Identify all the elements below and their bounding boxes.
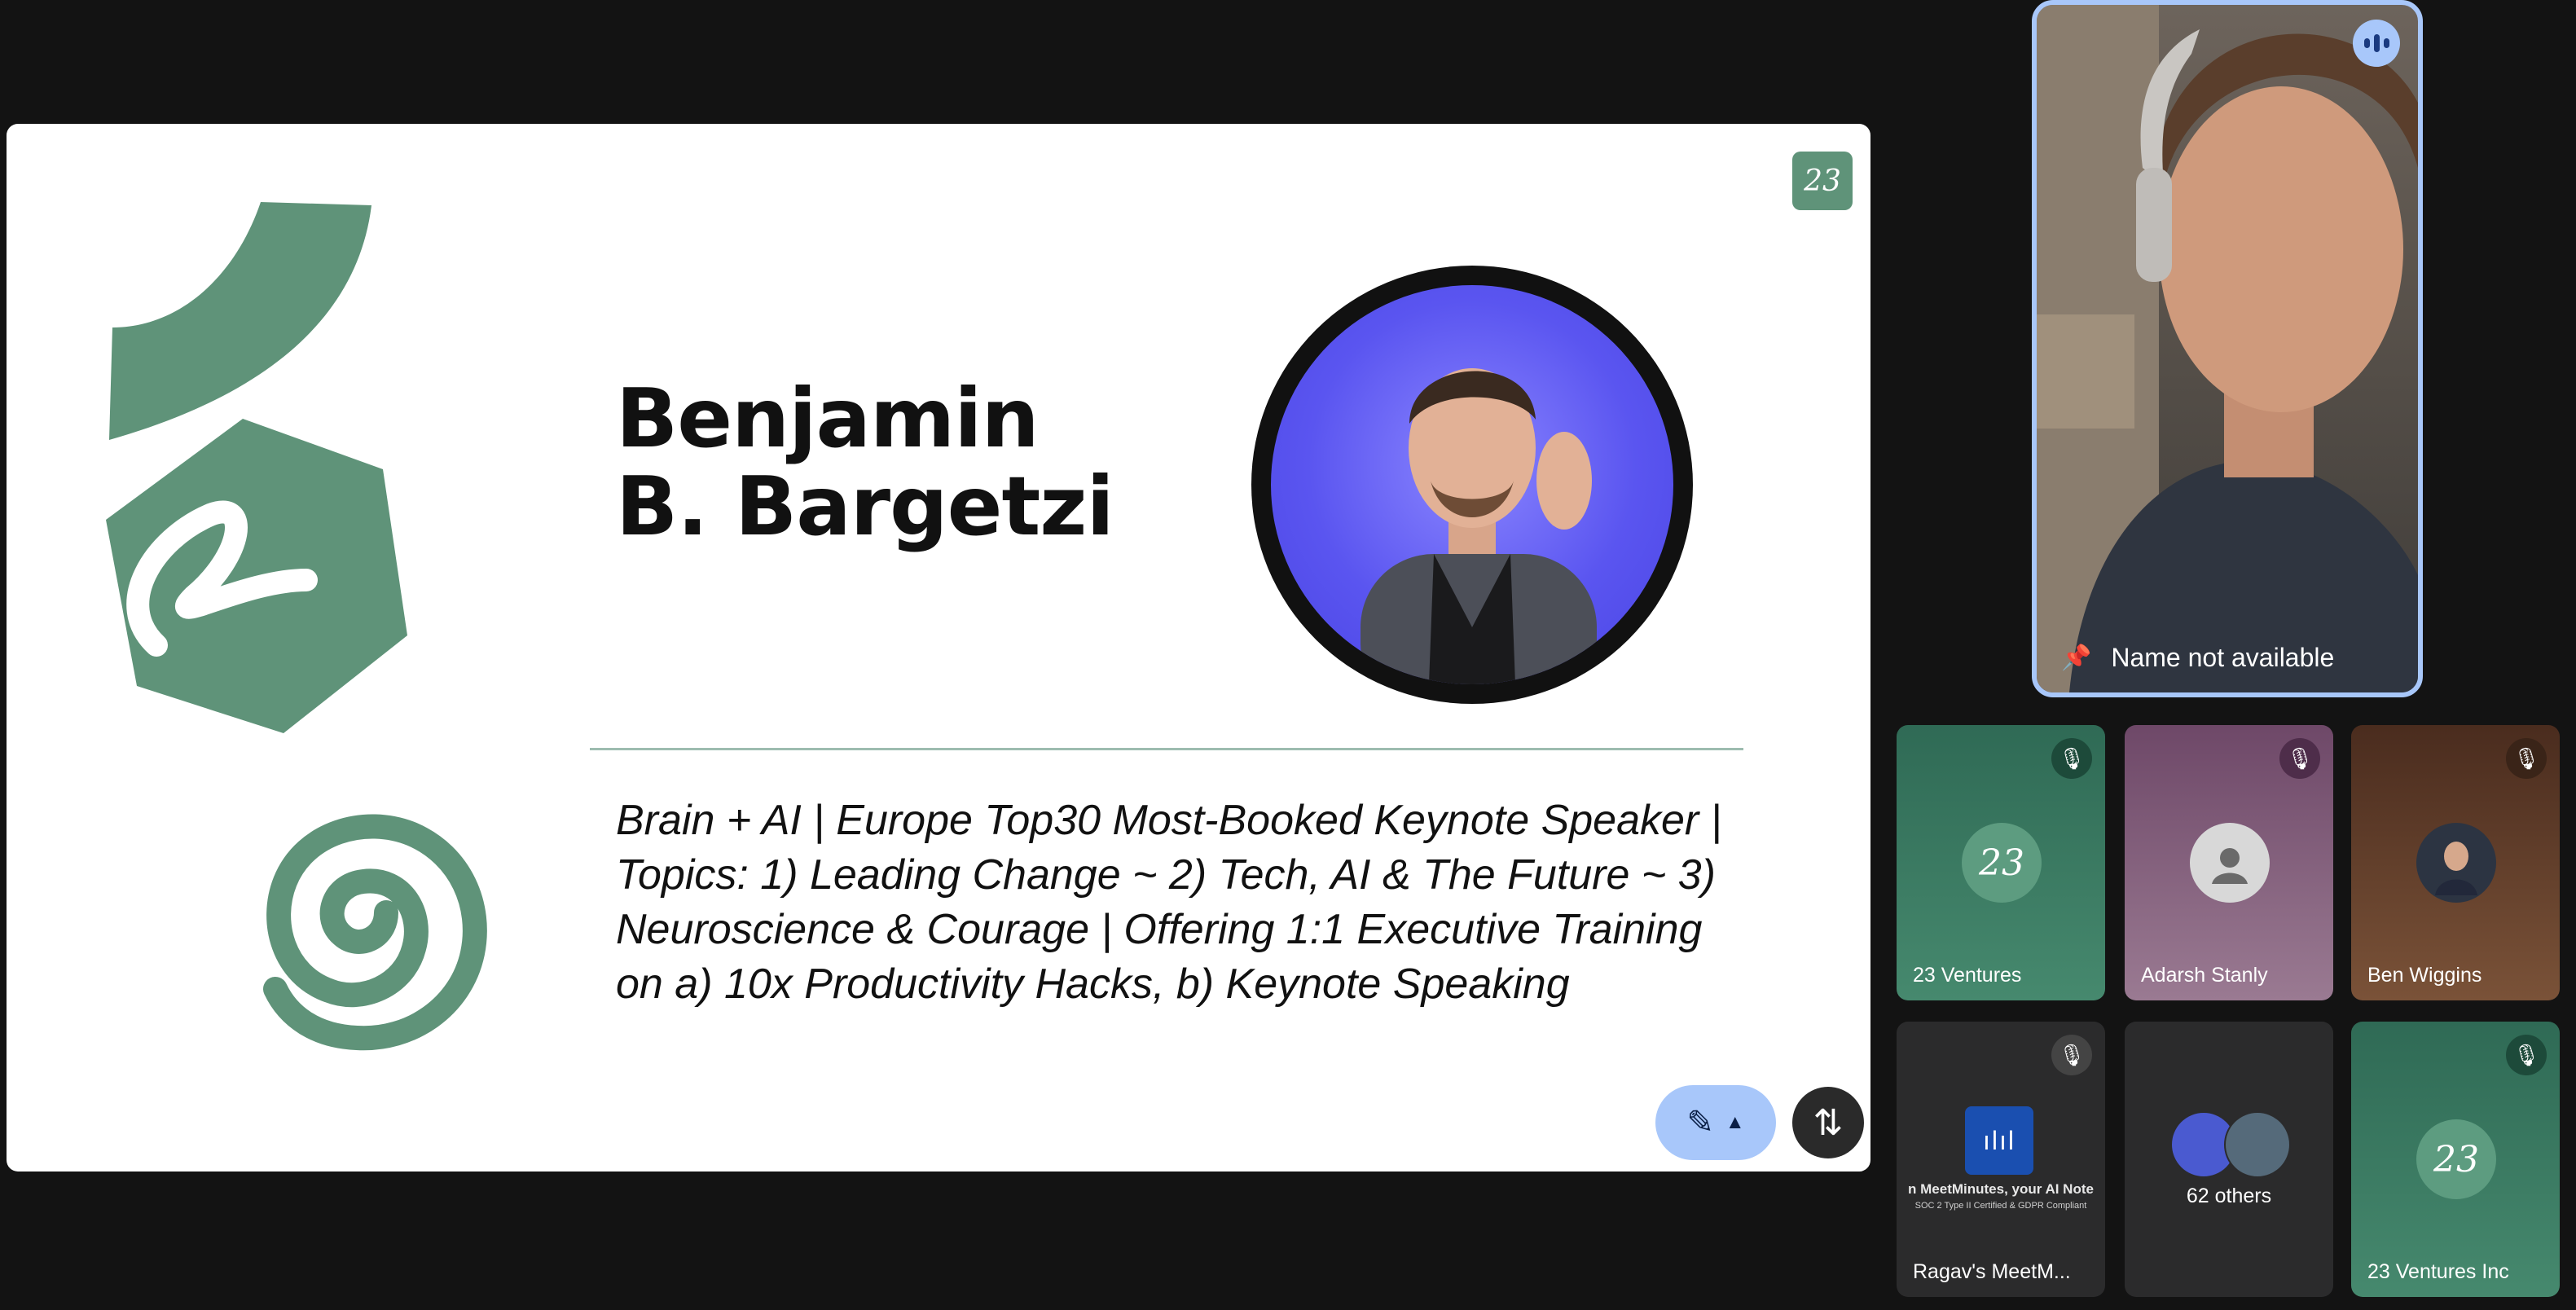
speaker-name-line1: Benjamin bbox=[616, 371, 1040, 466]
participant-tile[interactable]: 🎙 23 23 Ventures bbox=[1897, 725, 2105, 1000]
preview-caption: n MeetMinutes, your AI Note bbox=[1908, 1181, 2094, 1197]
speaker-photo-frame bbox=[1251, 266, 1693, 704]
mic-off-icon: 🎙 bbox=[2051, 738, 2092, 779]
speaker-name: Benjamin B. Bargetzi bbox=[616, 375, 1114, 551]
bio-line: Neuroscience & Courage | Offering 1:1 Ex… bbox=[616, 906, 1703, 953]
speaker-photo bbox=[1271, 285, 1673, 684]
speaker-name-tag: 📌 Name not available bbox=[2061, 643, 2334, 673]
mic-off-icon: 🎙 bbox=[2506, 1035, 2547, 1075]
others-count: 62 others bbox=[2186, 1185, 2272, 1207]
swap-layout-button[interactable]: ⇅ bbox=[1792, 1087, 1864, 1158]
decor-spiral bbox=[263, 814, 487, 1051]
participant-name: 23 Ventures Inc bbox=[2367, 1260, 2509, 1283]
slide-decoration bbox=[106, 202, 487, 1051]
slide-divider bbox=[590, 748, 1743, 750]
app-logo-icon: ılıl bbox=[1965, 1106, 2033, 1175]
chevron-up-icon: ▲ bbox=[1725, 1111, 1745, 1133]
pen-icon: ✎ bbox=[1686, 1105, 1714, 1141]
avatar: 23 bbox=[1962, 823, 2042, 903]
speaker-bio: Brain + AI | Europe Top30 Most-Booked Ke… bbox=[616, 793, 1724, 1012]
active-speaker-tile[interactable]: 📌 Name not available bbox=[2032, 0, 2423, 697]
bio-line: on a) 10x Productivity Hacks, b) Keynote… bbox=[616, 961, 1570, 1008]
speaker-tile-name: Name not available bbox=[2111, 643, 2335, 672]
avatar bbox=[2190, 823, 2270, 903]
avatar bbox=[2416, 823, 2496, 903]
annotate-button[interactable]: ✎ ▲ bbox=[1655, 1085, 1776, 1160]
pin-icon[interactable]: 📌 bbox=[2061, 644, 2091, 672]
bio-line: Topics: 1) Leading Change ~ 2) Tech, AI … bbox=[616, 851, 1716, 899]
decor-crescent bbox=[109, 202, 371, 440]
ventures-logo: 23 bbox=[1792, 152, 1853, 210]
participant-name: Ben Wiggins bbox=[2367, 964, 2482, 987]
mic-off-icon: 🎙 bbox=[2051, 1035, 2092, 1075]
participant-tile[interactable]: 🎙 23 23 Ventures Inc bbox=[2351, 1022, 2560, 1297]
participant-name: 23 Ventures bbox=[1913, 964, 2022, 987]
mic-off-icon: 🎙 bbox=[2279, 738, 2320, 779]
avatar bbox=[2224, 1111, 2291, 1178]
swap-arrows-icon: ⇅ bbox=[1813, 1102, 1844, 1143]
speaker-name-line2: B. Bargetzi bbox=[616, 459, 1114, 554]
mic-off-icon: 🎙 bbox=[2506, 738, 2547, 779]
participant-name: Ragav's MeetM... bbox=[1913, 1260, 2071, 1283]
speaking-indicator-icon bbox=[2353, 20, 2400, 67]
presentation-slide: 23 Benjamin B. Bargetzi Brain + AI | Eur… bbox=[7, 124, 1870, 1172]
bio-line: Brain + AI | Europe Top30 Most-Booked Ke… bbox=[616, 797, 1722, 844]
others-tile[interactable]: 62 others bbox=[2125, 1022, 2333, 1297]
participant-tile[interactable]: 🎙 ılıl n MeetMinutes, your AI Note SOC 2… bbox=[1897, 1022, 2105, 1297]
preview-subcaption: SOC 2 Type II Certified & GDPR Compliant bbox=[1914, 1201, 2087, 1211]
participant-name: Adarsh Stanly bbox=[2141, 964, 2268, 987]
participant-tile[interactable]: 🎙 Ben Wiggins bbox=[2351, 725, 2560, 1000]
avatar: 23 bbox=[2416, 1119, 2496, 1199]
participant-tile[interactable]: 🎙 Adarsh Stanly bbox=[2125, 725, 2333, 1000]
avatar-stack bbox=[2170, 1111, 2292, 1178]
speaker-video bbox=[2037, 5, 2418, 692]
